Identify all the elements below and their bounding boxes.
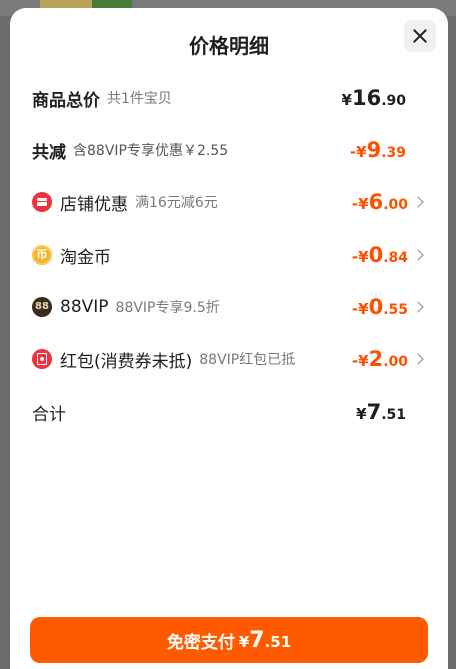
pay-button-label: 免密支付 [166,632,235,653]
amount-prefix: -¥ [351,300,369,318]
row-label: 商品总价 [32,90,100,111]
row-label: 88VIP [60,297,109,317]
row-label: 店铺优惠 [60,194,128,215]
background-product-badge [92,0,132,8]
pay-amount: ¥7.51 [239,628,291,653]
amount-dec: .84 [383,250,408,266]
row-sub: 满16元减6元 [135,195,218,211]
row-label: 合计 [32,404,66,425]
amount-int: 7 [249,627,265,653]
row-label: 共减 [32,142,66,163]
row-shop-discount[interactable]: 店铺优惠 满16元减6元 -¥ 6.00 [32,182,426,222]
amount-dec: .90 [381,93,406,109]
row-label: 淘金币 [60,247,111,268]
amount-dec: .51 [381,407,406,423]
price-detail-sheet: 价格明细 商品总价 共1件宝贝 ¥16.90 共减 含88VIP专享优惠￥2.5… [10,8,448,669]
chevron-right-icon [412,249,424,261]
amount: -¥ 9.39 [350,138,406,162]
amount-int: 16 [351,86,382,110]
amount-prefix: -¥ [349,143,367,161]
amount: -¥ 0.84 [352,243,408,267]
amount-dec: .55 [383,302,408,318]
amount-prefix: ¥ [356,405,367,423]
row-taojinbi[interactable]: 币 淘金币 -¥ 0.84 [32,235,426,275]
row-sub: 共1件宝贝 [107,91,172,107]
amount-prefix: -¥ [351,248,369,266]
amount-int: 9 [366,138,382,162]
sheet-title: 价格明细 [189,34,269,58]
amount: -¥ 6.00 [352,190,408,214]
amount-prefix: -¥ [351,195,369,213]
amount-dec: .00 [383,197,408,213]
row-total-goods: 商品总价 共1件宝贝 ¥16.90 [32,78,426,118]
row-label: 红包(消费券未抵) [60,351,193,372]
row-red-packet[interactable]: 红包(消费券未抵) 88VIP红包已抵 -¥ 2.00 [32,339,426,379]
row-total-reduce: 共减 含88VIP专享优惠￥2.55 -¥ 9.39 [32,130,426,170]
amount-dec: .39 [381,145,406,161]
amount: -¥ 0.55 [352,295,408,319]
close-button[interactable] [404,20,436,52]
amount-prefix: ¥ [341,91,352,109]
amount-int: 2 [368,347,384,371]
chevron-right-icon [412,301,424,313]
amount-int: 0 [368,295,384,319]
amount: ¥7.51 [356,400,406,424]
pay-button[interactable]: 免密支付 ¥7.51 [30,617,428,663]
amount-dec: .00 [383,354,408,370]
amount-int: 6 [368,190,384,214]
amount-int: 7 [366,400,382,424]
row-sub: 88VIP红包已抵 [199,352,296,368]
amount: ¥16.90 [342,86,406,110]
88vip-icon: 88 [32,297,52,317]
amount-prefix: ¥ [238,632,250,651]
red-packet-icon [32,349,52,369]
amount-prefix: -¥ [351,352,369,370]
chevron-right-icon [412,196,424,208]
amount-dec: .51 [264,632,292,651]
coin-icon: 币 [32,245,52,265]
row-sub: 含88VIP专享优惠￥2.55 [73,143,229,159]
shop-icon [32,192,52,212]
row-88vip[interactable]: 88 88VIP 88VIP专享9.5折 -¥ 0.55 [32,287,426,327]
amount: -¥ 2.00 [352,347,408,371]
row-sub: 88VIP专享9.5折 [115,300,220,316]
chevron-right-icon [412,353,424,365]
amount-int: 0 [368,243,384,267]
row-subtotal: 合计 ¥7.51 [32,392,426,432]
